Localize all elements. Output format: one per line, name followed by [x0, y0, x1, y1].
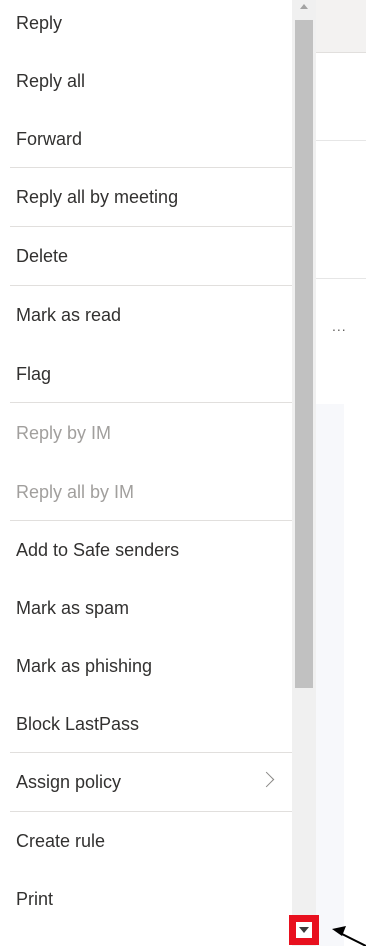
menu-item-add-to-safe-senders[interactable]: Add to Safe senders [0, 521, 292, 579]
menu-item-reply-all-by-meeting[interactable]: Reply all by meeting [0, 168, 292, 226]
menu-item-reply-all[interactable]: Reply all [0, 52, 292, 110]
menu-item-label: Create rule [16, 830, 106, 851]
menu-item-reply-by-im: Reply by IM [0, 404, 292, 462]
menu-item-print[interactable]: Print [0, 870, 292, 928]
menu-item-label: Forward [16, 128, 83, 149]
menu-item-label: Reply all by IM [16, 481, 135, 502]
menu-item-label: Block LastPass [16, 713, 140, 734]
menu-item-label: Print [16, 888, 54, 909]
menu-item-flag[interactable]: Flag [0, 345, 292, 403]
menu-item-label: Reply all by meeting [16, 186, 179, 207]
menu-item-block-lastpass[interactable]: Block LastPass [0, 695, 292, 753]
menu-item-forward[interactable]: Forward [0, 110, 292, 168]
more-actions-icon[interactable]: ... [332, 318, 347, 334]
menu-item-label: Assign policy [16, 771, 122, 792]
menu-item-mark-as-read[interactable]: Mark as read [0, 286, 292, 344]
menu-item-create-rule[interactable]: Create rule [0, 812, 292, 870]
menu-scrollbar[interactable] [289, 0, 319, 946]
scroll-up-arrow-icon[interactable] [292, 0, 316, 16]
menu-item-label: Reply [16, 12, 63, 33]
menu-item-label: Mark as read [16, 304, 122, 325]
menu-item-label: Mark as phishing [16, 655, 153, 676]
menu-item-label: Delete [16, 245, 69, 266]
menu-item-label: Mark as spam [16, 597, 130, 618]
menu-item-label: Reply by IM [16, 422, 112, 443]
menu-item-reply[interactable]: Reply [0, 0, 292, 52]
pointer-arrow-icon [332, 926, 366, 946]
menu-item-mark-as-spam[interactable]: Mark as spam [0, 579, 292, 637]
outlook-window: ... Reply Reply all Forward Reply all by… [0, 0, 366, 946]
menu-item-assign-policy[interactable]: Assign policy [0, 753, 292, 811]
menu-separator [10, 402, 292, 403]
message-context-menu: Reply Reply all Forward Reply all by mee… [0, 0, 292, 946]
menu-item-mark-as-phishing[interactable]: Mark as phishing [0, 637, 292, 695]
scrollbar-thumb[interactable] [295, 20, 313, 688]
chevron-right-icon [258, 771, 275, 788]
menu-item-label: Add to Safe senders [16, 539, 180, 560]
menu-item-delete[interactable]: Delete [0, 227, 292, 285]
scroll-down-arrow-icon[interactable] [296, 922, 312, 938]
menu-item-reply-all-by-im: Reply all by IM [0, 463, 292, 521]
menu-item-label: Reply all [16, 70, 86, 91]
menu-item-label: Flag [16, 363, 52, 384]
scroll-down-button[interactable] [289, 915, 319, 945]
